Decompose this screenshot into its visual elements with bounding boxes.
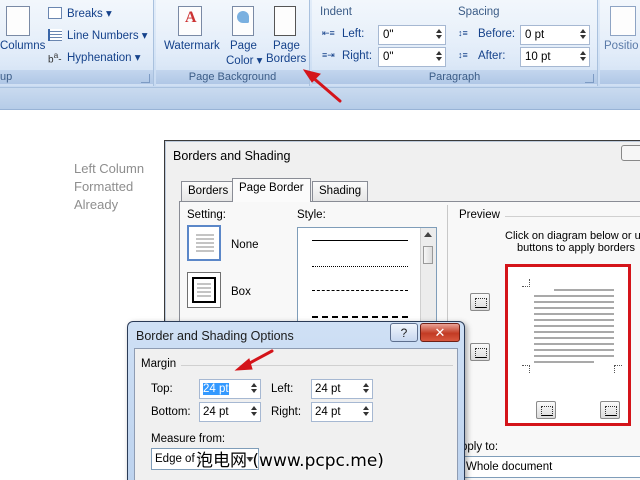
annotation-arrows <box>234 69 342 371</box>
tab-page-border[interactable]: Page Border <box>232 178 311 202</box>
site-watermark: 泡电网 (www.pcpc.me) <box>196 451 384 471</box>
annotation-arrowhead <box>234 358 253 371</box>
annotation-arrow-shaft <box>309 74 342 103</box>
